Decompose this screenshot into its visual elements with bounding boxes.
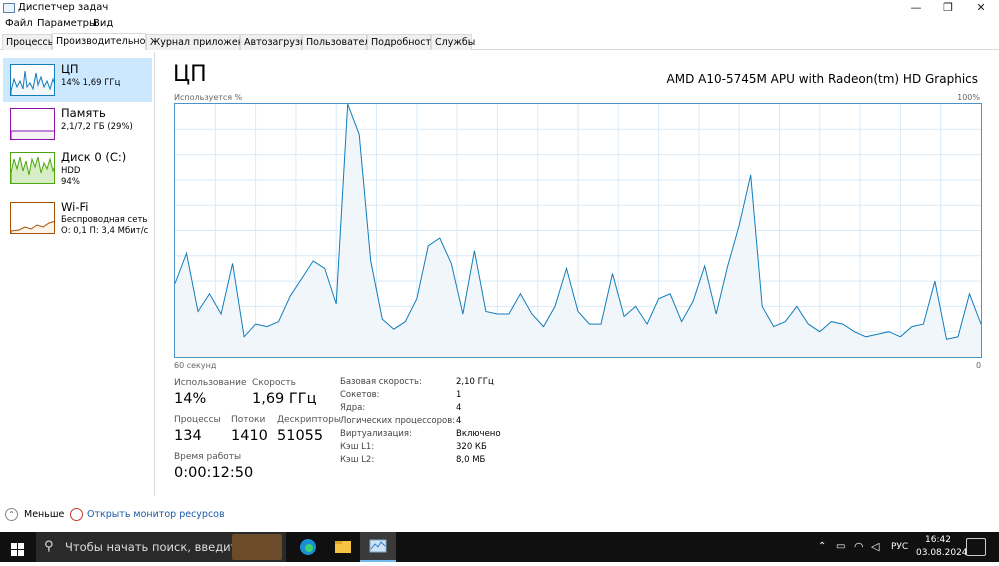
- threads-value: 1410: [231, 428, 268, 444]
- resource-monitor-icon: [70, 508, 83, 521]
- tab-strip: Процессы Производительность Журнал прило…: [0, 33, 999, 50]
- sidebar-disk-name: Диск 0 (C:): [61, 150, 127, 164]
- graph-x-right-label: 0: [976, 361, 982, 370]
- sidebar-item-cpu[interactable]: ЦП 14% 1,69 ГГц: [3, 58, 152, 102]
- footer-bar: ⌃ Меньше Открыть монитор ресурсов: [0, 505, 999, 525]
- menu-bar: Файл Параметры Вид: [0, 16, 999, 32]
- tab-details[interactable]: Подробности: [367, 34, 437, 50]
- task-manager-window: Диспетчер задач — ❐ ✕ Файл Параметры Вид…: [0, 0, 999, 532]
- wifi-thumbnail-graph: [10, 202, 55, 234]
- spec-value-l2: 8,0 МБ: [456, 455, 486, 465]
- speed-value: 1,69 ГГц: [252, 391, 317, 407]
- spec-label-logical: Логических процессоров:: [340, 416, 456, 426]
- handles-label: Дескрипторы: [277, 415, 341, 425]
- menu-options[interactable]: Параметры: [37, 18, 97, 29]
- graph-y-label: Используется %: [174, 93, 243, 102]
- spec-value-cores: 4: [456, 403, 462, 413]
- open-resource-monitor-link[interactable]: Открыть монитор ресурсов: [87, 509, 225, 520]
- search-placeholder: Чтобы начать поиск, введите: [65, 540, 245, 554]
- tab-services[interactable]: Службы: [431, 34, 475, 50]
- utilization-label: Использование: [174, 378, 247, 388]
- sidebar-wifi-name: Wi-Fi: [61, 200, 89, 214]
- notifications-icon[interactable]: [966, 538, 986, 556]
- speaker-icon[interactable]: ◁: [871, 540, 879, 553]
- resource-sidebar: ЦП 14% 1,69 ГГц Память 2,1/7,2 ГБ (29%) …: [0, 52, 155, 496]
- minimize-button[interactable]: —: [899, 0, 933, 16]
- spec-value-base-speed: 2,10 ГГц: [456, 377, 494, 387]
- tab-processes[interactable]: Процессы: [2, 34, 55, 50]
- tab-users[interactable]: Пользователи: [302, 34, 377, 50]
- title-bar: Диспетчер задач — ❐ ✕: [0, 0, 999, 16]
- sidebar-memory-name: Память: [61, 106, 106, 120]
- edge-browser-icon[interactable]: [290, 532, 326, 562]
- memory-thumbnail-graph: [10, 108, 55, 140]
- uptime-value: 0:00:12:50: [174, 465, 254, 481]
- spec-value-virtualization: Включено: [456, 429, 501, 439]
- maximize-button[interactable]: ❐: [931, 0, 965, 16]
- search-icon: ⚲: [44, 539, 54, 554]
- windows-start-icon[interactable]: [11, 541, 24, 556]
- spec-label-l2: Кэш L2:: [340, 455, 375, 465]
- spec-label-virtualization: Виртуализация:: [340, 429, 412, 439]
- sidebar-cpu-detail: 14% 1,69 ГГц: [61, 78, 121, 88]
- sidebar-wifi-speed: О: 0,1 П: 3,4 Мбит/с: [61, 226, 149, 236]
- speed-label: Скорость: [252, 378, 296, 388]
- graph-y-max-label: 100%: [957, 93, 980, 102]
- taskbar: ⚲ Чтобы начать поиск, введите ⌃ ▭ ◠ ◁ РУ…: [0, 532, 999, 562]
- wifi-icon[interactable]: ◠: [854, 540, 864, 553]
- menu-file[interactable]: Файл: [5, 18, 33, 29]
- spec-value-sockets: 1: [456, 390, 462, 400]
- close-button[interactable]: ✕: [964, 0, 998, 16]
- sidebar-item-disk[interactable]: Диск 0 (C:) HDD 94%: [3, 146, 152, 190]
- spec-label-base-speed: Базовая скорость:: [340, 377, 422, 387]
- clock-date[interactable]: 03.08.2024: [916, 548, 968, 558]
- taskbar-search-box[interactable]: ⚲ Чтобы начать поиск, введите: [36, 532, 286, 562]
- window-title: Диспетчер задач: [18, 2, 109, 13]
- graph-x-left-label: 60 секунд: [174, 361, 217, 370]
- spec-value-l1: 320 КБ: [456, 442, 487, 452]
- spec-value-logical: 4: [456, 416, 462, 426]
- file-explorer-icon[interactable]: [325, 532, 361, 562]
- cpu-usage-chart: [174, 103, 982, 357]
- spec-label-cores: Ядра:: [340, 403, 366, 413]
- tab-startup[interactable]: Автозагрузка: [240, 34, 312, 50]
- language-indicator[interactable]: РУС: [891, 542, 908, 552]
- uptime-label: Время работы: [174, 452, 242, 462]
- utilization-value: 14%: [174, 391, 207, 407]
- sidebar-disk-type: HDD: [61, 166, 81, 176]
- chevron-up-icon[interactable]: ⌃: [5, 508, 18, 521]
- sidebar-memory-detail: 2,1/7,2 ГБ (29%): [61, 122, 133, 132]
- threads-label: Потоки: [231, 415, 266, 425]
- search-highlight-image: [232, 534, 282, 560]
- task-manager-icon: [3, 3, 15, 13]
- page-title: ЦП: [173, 62, 207, 87]
- battery-icon[interactable]: ▭: [836, 541, 845, 552]
- disk-thumbnail-graph: [10, 152, 55, 184]
- sidebar-item-wifi[interactable]: Wi-Fi Беспроводная сеть О: 0,1 П: 3,4 Мб…: [3, 196, 152, 240]
- sidebar-cpu-name: ЦП: [61, 62, 79, 76]
- processes-value: 134: [174, 428, 202, 444]
- task-manager-taskbar-icon[interactable]: [360, 532, 396, 562]
- processes-label: Процессы: [174, 415, 221, 425]
- cpu-thumbnail-graph: [10, 64, 55, 96]
- sidebar-disk-usage: 94%: [61, 177, 80, 187]
- handles-value: 51055: [277, 428, 324, 444]
- cpu-model-name: AMD A10-5745M APU with Radeon(tm) HD Gra…: [666, 72, 978, 86]
- spec-label-l1: Кэш L1:: [340, 442, 375, 452]
- sidebar-item-memory[interactable]: Память 2,1/7,2 ГБ (29%): [3, 102, 152, 146]
- chevron-up-icon[interactable]: ⌃: [818, 541, 826, 552]
- tab-app-history[interactable]: Журнал приложений: [146, 34, 256, 50]
- cpu-usage-graph: [174, 103, 982, 358]
- fewer-details-link[interactable]: Меньше: [24, 509, 64, 520]
- clock-time[interactable]: 16:42: [925, 535, 951, 545]
- spec-label-sockets: Сокетов:: [340, 390, 380, 400]
- sidebar-wifi-type: Беспроводная сеть: [61, 215, 148, 225]
- tab-performance[interactable]: Производительность: [52, 33, 162, 50]
- menu-view[interactable]: Вид: [93, 18, 113, 29]
